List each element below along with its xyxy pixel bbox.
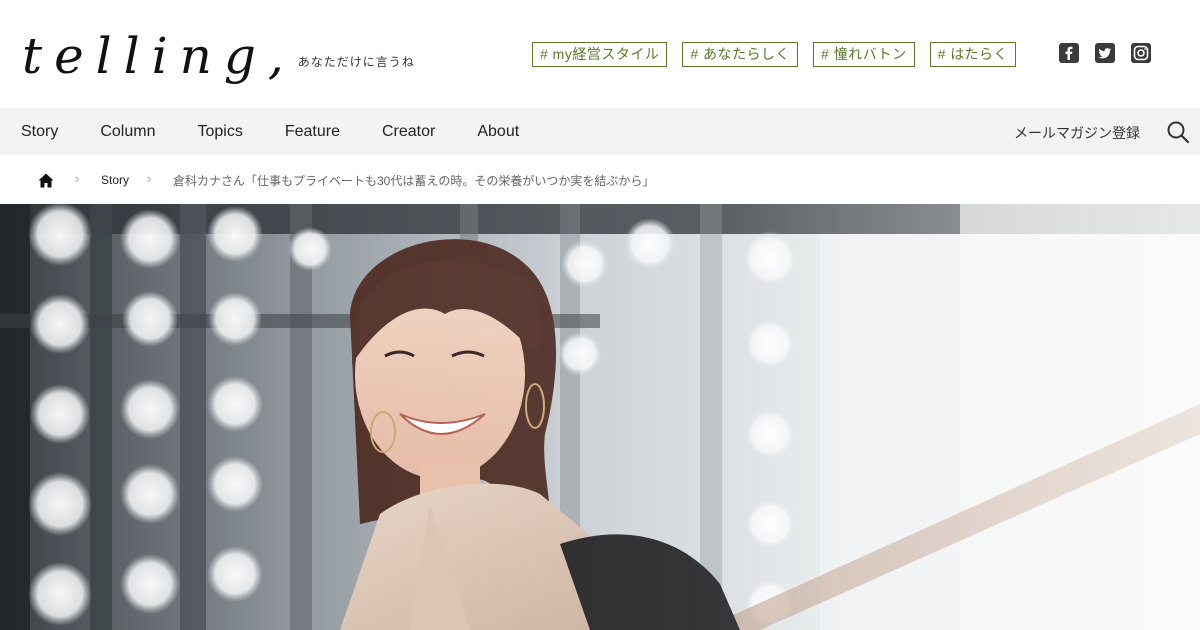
tag-my-keiei-style[interactable]: # my経営スタイル [532,42,668,67]
chevron-right-icon: › [147,171,152,186]
facebook-icon[interactable] [1059,43,1079,63]
social-links [1059,43,1151,63]
tag-anatarashiku[interactable]: # あなたらしく [682,42,799,67]
nav-item-topics[interactable]: Topics [197,123,242,141]
site-logo[interactable]: telling, あなただけに言うね [22,26,415,86]
tag-akogare-baton[interactable]: # 憧れバトン [813,42,915,67]
main-nav: Story Column Topics Feature Creator Abou… [0,108,1200,155]
nav-item-feature[interactable]: Feature [285,123,340,141]
nav-item-about[interactable]: About [477,123,519,141]
nav-item-column[interactable]: Column [100,123,155,141]
site-header: telling, あなただけに言うね # my経営スタイル # あなたらしく #… [0,0,1200,108]
tag-list: # my経営スタイル # あなたらしく # 憧れバトン # はたらく [532,42,1017,67]
search-icon[interactable] [1166,120,1190,144]
twitter-icon[interactable] [1095,43,1115,63]
breadcrumb-current: 倉科カナさん「仕事もプライベートも30代は蓄えの時。その栄養がいつか実を結ぶから… [173,174,655,188]
instagram-icon[interactable] [1131,43,1151,63]
logo-wordmark: telling, [22,27,296,85]
chevron-right-icon: › [75,171,80,186]
nav-item-creator[interactable]: Creator [382,123,435,141]
breadcrumb: › Story › 倉科カナさん「仕事もプライベートも30代は蓄えの時。その栄養… [0,155,1200,204]
breadcrumb-section[interactable]: Story [101,173,129,187]
home-icon[interactable] [38,173,54,188]
nav-items: Story Column Topics Feature Creator Abou… [21,108,561,155]
tag-hataraku[interactable]: # はたらく [929,42,1017,67]
newsletter-signup-link[interactable]: メールマガジン登録 [1014,123,1140,143]
nav-item-story[interactable]: Story [21,123,58,141]
logo-tagline: あなただけに言うね [297,55,415,69]
hero-image [0,204,1200,630]
